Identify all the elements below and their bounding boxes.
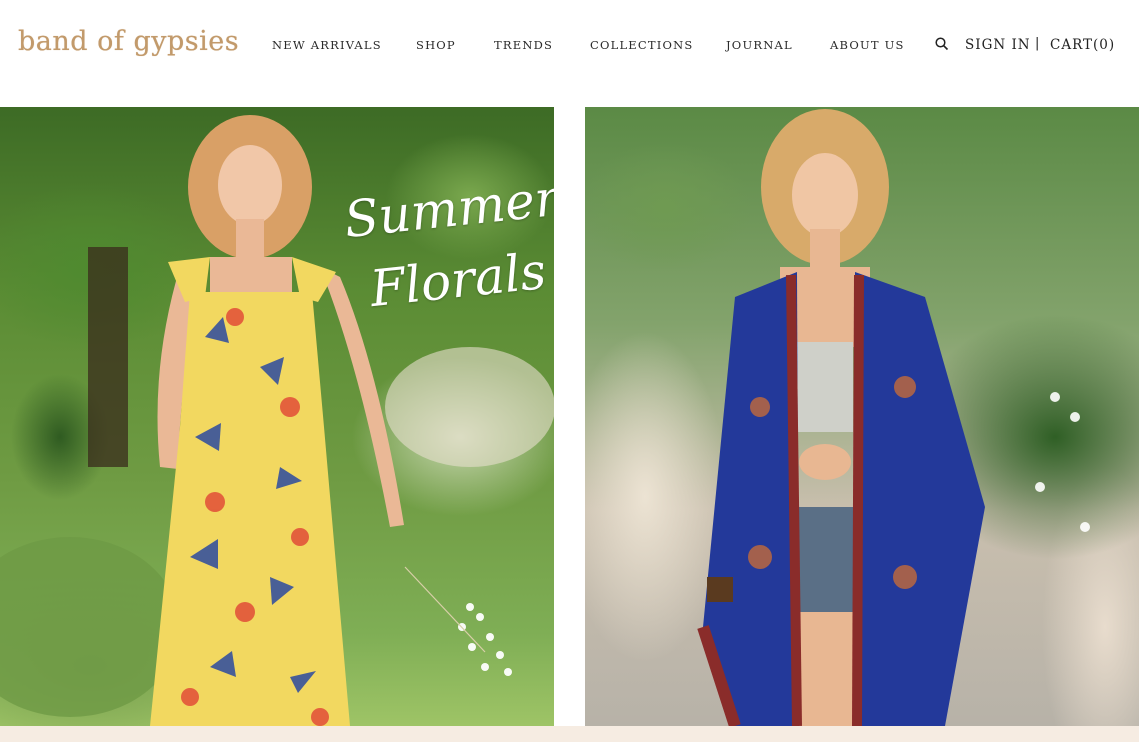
- brand-logo[interactable]: band of gypsies: [18, 26, 239, 57]
- hero-banner-summer-florals[interactable]: Summer Florals: [0, 107, 554, 726]
- nav-collections[interactable]: COLLECTIONS: [590, 38, 693, 52]
- nav-new-arrivals[interactable]: NEW ARRIVALS: [272, 38, 382, 52]
- nav-trends[interactable]: TRENDS: [494, 38, 553, 52]
- nav-about-us[interactable]: ABOUT US: [830, 38, 905, 52]
- nav-journal[interactable]: JOURNAL: [726, 38, 793, 52]
- header-divider: |: [1035, 36, 1040, 51]
- search-icon[interactable]: [934, 36, 950, 52]
- cart-link[interactable]: CART(0): [1050, 37, 1115, 53]
- bottom-decorative-strip: [0, 726, 1139, 742]
- model-blue-kimono-illustration: [697, 109, 1090, 726]
- nav-shop[interactable]: SHOP: [416, 38, 456, 52]
- site-header: band of gypsies NEW ARRIVALS SHOP TRENDS…: [0, 0, 1139, 107]
- sign-in-link[interactable]: SIGN IN: [965, 37, 1031, 53]
- hero-banner-kimono[interactable]: [585, 107, 1139, 726]
